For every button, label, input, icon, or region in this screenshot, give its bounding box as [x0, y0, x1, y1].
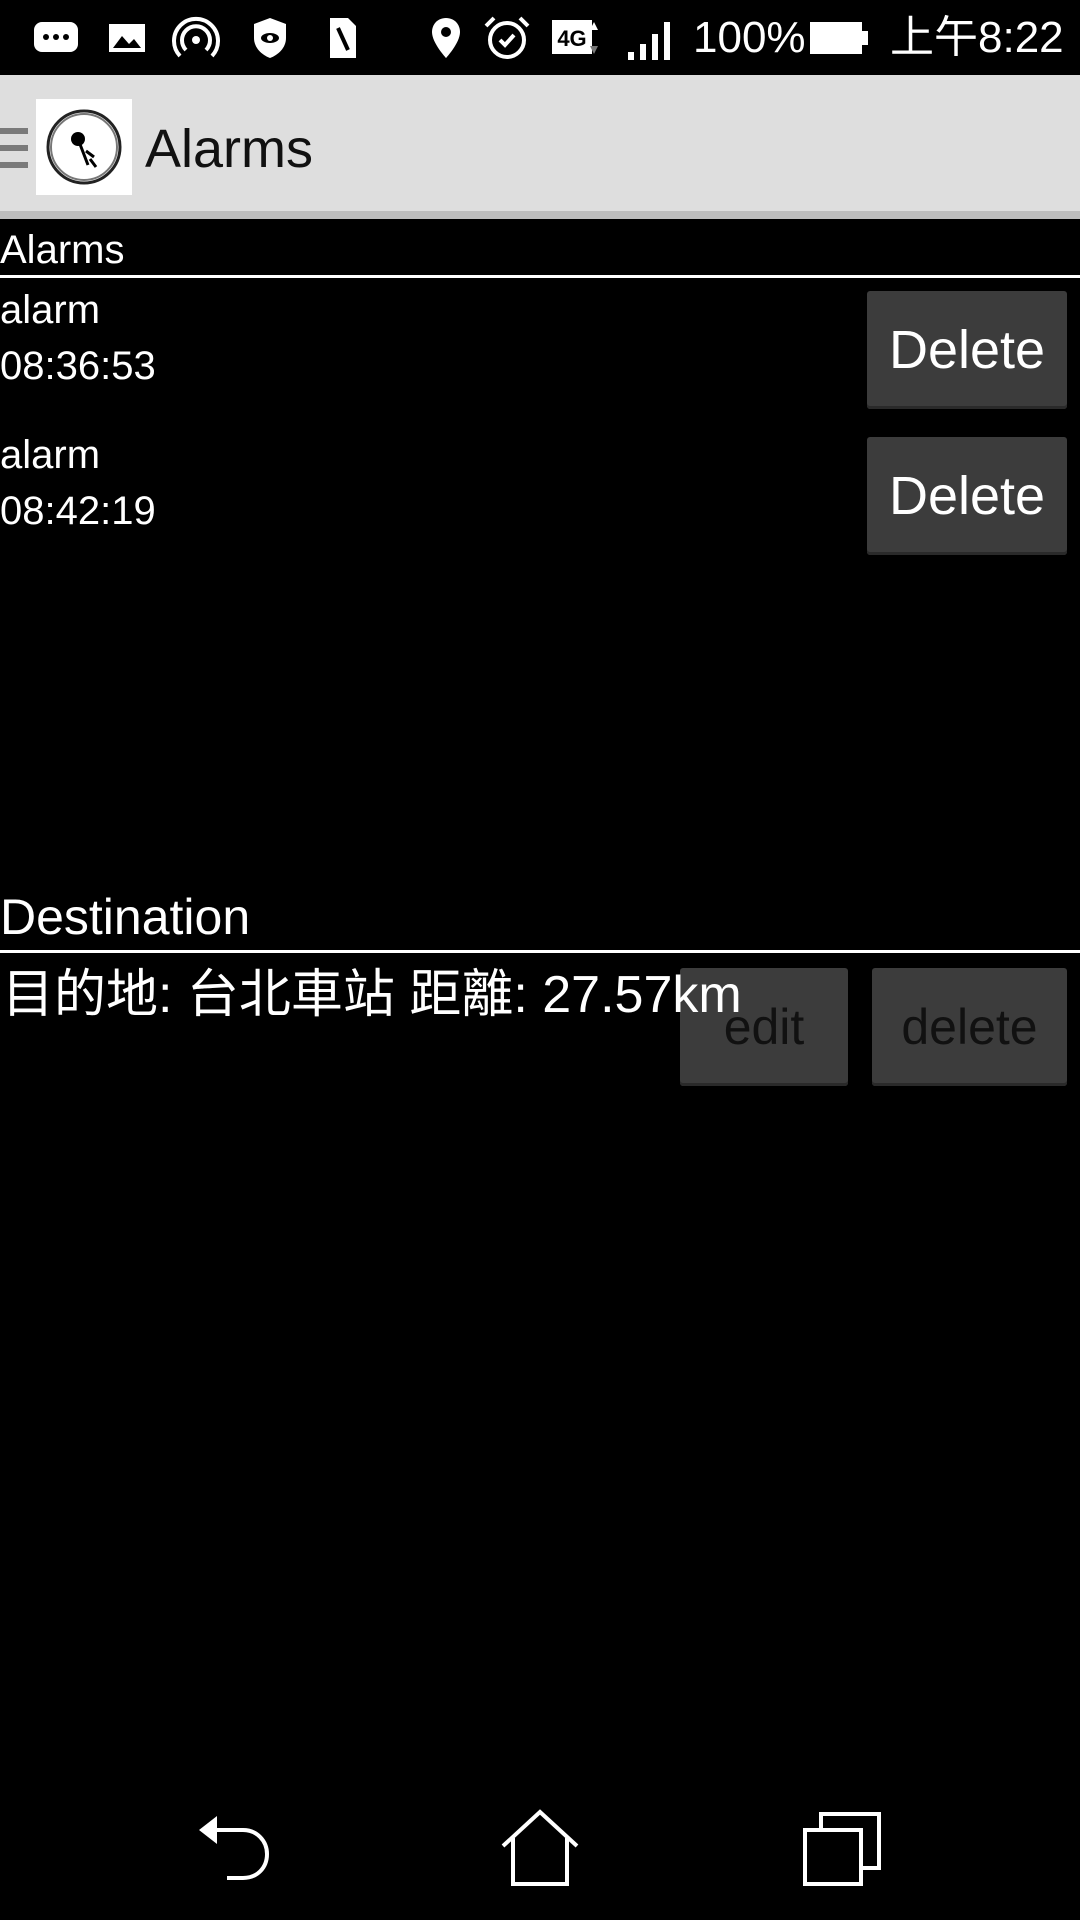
svg-text:4G: 4G [557, 26, 586, 51]
action-bar-shadow [0, 211, 1080, 219]
alarms-section-header: Alarms [0, 228, 125, 272]
location-pin-icon [432, 18, 460, 58]
drawer-menu-icon[interactable] [0, 126, 30, 170]
back-icon[interactable] [193, 1808, 283, 1888]
alarm-label: alarm [0, 288, 101, 332]
destination-divider [0, 950, 1080, 953]
battery-percent: 100% [693, 13, 806, 62]
sim-card-icon [330, 18, 356, 58]
chat-bubble-icon [34, 22, 78, 52]
destination-section-header: Destination [0, 889, 251, 945]
hotspot-icon [172, 16, 220, 58]
alarms-divider [0, 275, 1080, 278]
destination-info: 目的地: 台北車站 距離: 27.57km [2, 966, 742, 1024]
recents-icon[interactable] [797, 1808, 887, 1888]
shield-icon [254, 18, 286, 58]
alarm-time: 08:36:53 [0, 344, 156, 388]
app-logo-icon[interactable] [36, 99, 132, 195]
status-bar: 4G 100% 上午8:22 [0, 0, 1080, 75]
alarm-label: alarm [0, 433, 101, 477]
image-icon [109, 24, 145, 52]
delete-destination-button[interactable]: delete [872, 968, 1067, 1086]
delete-alarm-button[interactable]: Delete [867, 291, 1067, 409]
page-title: Alarms [145, 119, 314, 179]
delete-alarm-button[interactable]: Delete [867, 437, 1067, 555]
network-4g-icon: 4G [552, 20, 598, 54]
battery-icon [810, 22, 868, 54]
signal-icon [628, 22, 670, 60]
home-icon[interactable] [495, 1808, 585, 1888]
alarm-time: 08:42:19 [0, 489, 156, 533]
clock: 上午8:22 [890, 13, 1064, 62]
alarm-clock-icon [484, 16, 530, 59]
